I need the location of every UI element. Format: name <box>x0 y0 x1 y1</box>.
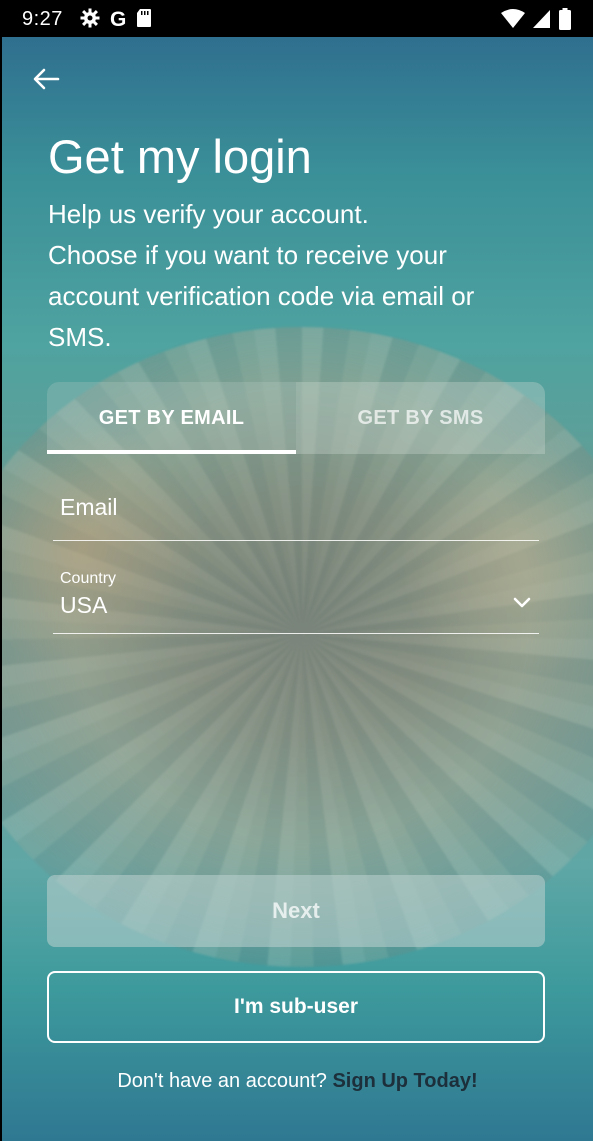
arrow-left-icon <box>33 68 60 90</box>
signup-prompt: Don't have an account? Sign Up Today! <box>2 1070 593 1093</box>
tab-get-by-email[interactable]: GET BY EMAIL <box>47 382 296 454</box>
sign-up-link[interactable]: Sign Up Today! <box>332 1070 477 1092</box>
wifi-icon <box>501 9 525 33</box>
email-placeholder: Email <box>60 494 118 520</box>
tab-label: GET BY EMAIL <box>98 406 245 429</box>
sd-card-icon <box>136 8 152 32</box>
chevron-down-icon <box>513 597 531 608</box>
status-icons-left: G <box>80 8 152 32</box>
status-time: 9:27 <box>22 8 63 30</box>
tab-label: GET BY SMS <box>357 406 484 429</box>
email-field[interactable]: Email <box>53 484 539 541</box>
subtitle-line: Choose if you want to receive your accou… <box>48 240 475 352</box>
signup-prompt-text: Don't have an account? <box>117 1070 327 1092</box>
sub-user-button[interactable]: I'm sub-user <box>47 971 545 1043</box>
tab-get-by-sms[interactable]: GET BY SMS <box>296 382 545 454</box>
cell-signal-icon <box>533 9 551 33</box>
page-title: Get my login <box>48 130 312 183</box>
battery-icon <box>559 8 571 34</box>
status-icons-right <box>501 8 571 34</box>
country-label: Country <box>60 570 117 587</box>
country-value: USA <box>60 592 108 618</box>
next-button[interactable]: Next <box>47 875 545 947</box>
country-select[interactable]: Country USA <box>53 567 539 634</box>
settings-gear-icon <box>80 8 100 32</box>
verification-screen: Get my login Help us verify your account… <box>2 37 593 1141</box>
back-button[interactable] <box>28 61 64 97</box>
subtitle-line: Help us verify your account. <box>48 199 369 229</box>
sub-user-button-label: I'm sub-user <box>233 995 359 1018</box>
active-tab-indicator <box>47 450 296 454</box>
page-subtitle: Help us verify your account. Choose if y… <box>48 194 518 358</box>
delivery-method-tabs: GET BY EMAIL GET BY SMS <box>47 382 545 454</box>
google-g-icon: G <box>110 8 127 31</box>
status-bar: 9:27 G <box>0 0 593 37</box>
next-button-label: Next <box>272 898 320 923</box>
